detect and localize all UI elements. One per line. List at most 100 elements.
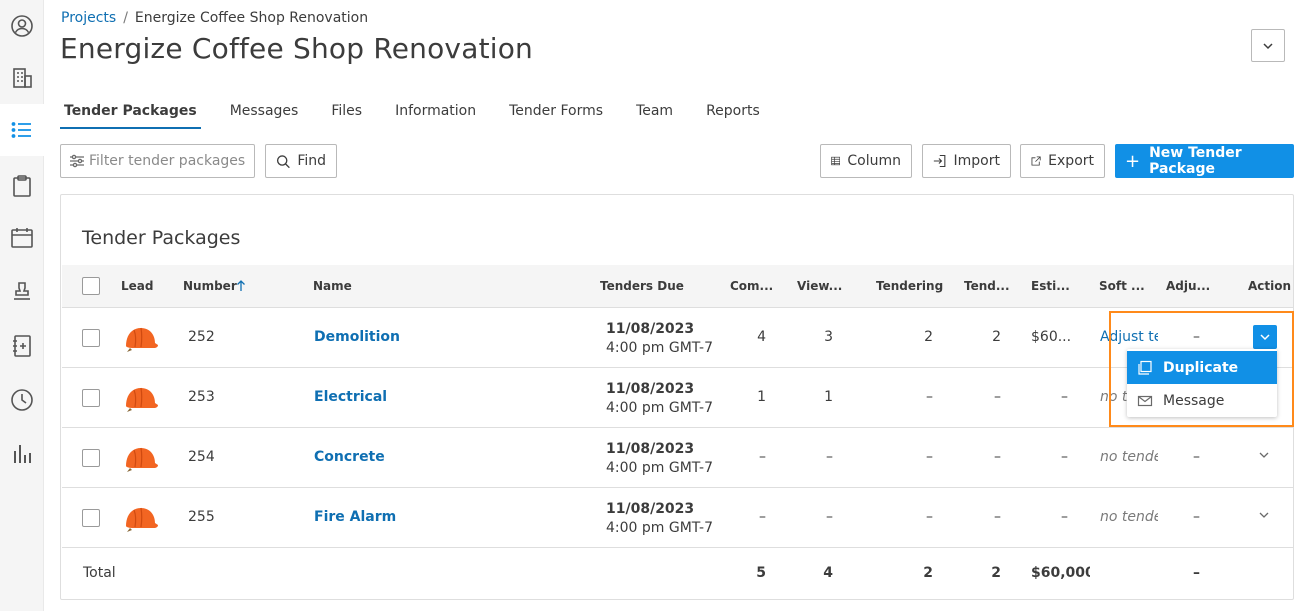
find-button[interactable]: Find	[265, 144, 337, 178]
tab-tender-packages[interactable]: Tender Packages	[60, 99, 201, 129]
col-tendered[interactable]: Tend...	[964, 279, 1010, 293]
clipboard-icon[interactable]	[0, 160, 44, 212]
due-time: 4:00 pm GMT-7	[606, 520, 714, 536]
menu-item-duplicate[interactable]: Duplicate	[1127, 351, 1277, 384]
breadcrumb-projects-link[interactable]: Projects	[61, 10, 116, 26]
breadcrumb: Projects / Energize Coffee Shop Renovation	[61, 10, 368, 26]
menu-item-message[interactable]: Message	[1127, 384, 1277, 417]
total-committed: 5	[756, 565, 766, 581]
column-button[interactable]: Column	[820, 144, 912, 178]
viewed-count: 3	[824, 329, 833, 345]
viewed-count: –	[826, 449, 833, 465]
row-checkbox[interactable]	[82, 449, 100, 467]
col-name[interactable]: Name	[313, 279, 352, 293]
col-lead[interactable]: Lead	[121, 279, 153, 293]
tendered-count: –	[994, 389, 1001, 405]
package-name-link[interactable]: Concrete	[314, 449, 385, 465]
soft-value: no tende	[1100, 449, 1158, 465]
row-action-chevron-icon[interactable]	[1258, 509, 1270, 521]
committed-count: –	[759, 509, 766, 525]
package-name-link[interactable]: Fire Alarm	[314, 509, 396, 525]
viewed-count: –	[826, 509, 833, 525]
breadcrumb-separator: /	[123, 10, 128, 26]
col-number[interactable]: Number	[183, 279, 237, 293]
hard-hat-icon	[126, 387, 158, 412]
col-adjusted[interactable]: Adju...	[1166, 279, 1210, 293]
table-row[interactable]: 254 Concrete 11/08/2023 4:00 pm GMT-7 – –…	[62, 428, 1293, 488]
bar-chart-icon[interactable]	[0, 428, 44, 480]
package-name-link[interactable]: Electrical	[314, 389, 387, 405]
row-checkbox[interactable]	[82, 509, 100, 527]
filter-input[interactable]	[89, 153, 249, 169]
row-action-button[interactable]	[1253, 325, 1277, 349]
tendered-count: –	[994, 449, 1001, 465]
tab-information[interactable]: Information	[391, 99, 480, 129]
chevron-down-icon	[1263, 42, 1273, 49]
envelope-icon	[1137, 395, 1153, 406]
tenders-due: 11/08/2023 4:00 pm GMT-7	[606, 320, 713, 358]
search-icon	[276, 154, 290, 168]
col-viewed[interactable]: View...	[797, 279, 842, 293]
duplicate-icon	[1138, 360, 1152, 375]
action-menu: Duplicate Message	[1127, 349, 1277, 417]
building-icon[interactable]	[0, 52, 44, 104]
col-soft[interactable]: Soft ...	[1099, 279, 1145, 293]
soft-value: no tende	[1100, 509, 1158, 525]
committed-count: 4	[757, 329, 766, 345]
tab-messages[interactable]: Messages	[226, 99, 303, 129]
soft-adjust-link[interactable]: Adjust te	[1100, 329, 1158, 345]
col-tendering[interactable]: Tendering	[876, 279, 943, 293]
menu-item-label: Message	[1163, 392, 1225, 409]
tab-files[interactable]: Files	[327, 99, 366, 129]
adjusted-value: –	[1193, 509, 1200, 525]
tendering-count: –	[926, 449, 933, 465]
table-row[interactable]: 252 Demolition 11/08/2023 4:00 pm GMT-7 4…	[62, 308, 1293, 368]
tendering-count: –	[926, 389, 933, 405]
user-icon[interactable]	[0, 0, 44, 52]
select-all-checkbox[interactable]	[82, 277, 100, 295]
tab-reports[interactable]: Reports	[702, 99, 764, 129]
list-icon[interactable]	[0, 104, 44, 156]
stamp-icon[interactable]	[0, 266, 44, 318]
total-estimate: $60,000.	[1031, 565, 1090, 581]
left-rail	[0, 0, 44, 611]
total-adjusted: –	[1193, 565, 1200, 581]
col-estimate[interactable]: Esti...	[1031, 279, 1070, 293]
row-checkbox[interactable]	[82, 329, 100, 347]
chevron-down-icon	[1260, 334, 1270, 341]
due-time: 4:00 pm GMT-7	[606, 460, 714, 476]
export-button[interactable]: Export	[1020, 144, 1105, 178]
calendar-icon[interactable]	[0, 212, 44, 264]
table-row[interactable]: 255 Fire Alarm 11/08/2023 4:00 pm GMT-7 –…	[62, 488, 1293, 548]
tendering-count: 2	[924, 329, 933, 345]
project-menu-dropdown[interactable]	[1251, 29, 1285, 62]
tab-tender-forms[interactable]: Tender Forms	[505, 99, 607, 129]
table-row[interactable]: 253 Electrical 11/08/2023 4:00 pm GMT-7 1…	[62, 368, 1293, 428]
new-tender-package-button[interactable]: + New Tender Package	[1115, 144, 1294, 178]
notebook-icon[interactable]	[0, 320, 44, 372]
filter-sliders-icon	[70, 154, 84, 168]
col-committed[interactable]: Com...	[730, 279, 773, 293]
viewed-count: 1	[824, 389, 833, 405]
breadcrumb-current: Energize Coffee Shop Renovation	[134, 10, 369, 26]
find-label: Find	[297, 153, 326, 169]
col-tenders-due[interactable]: Tenders Due	[600, 279, 684, 293]
adjusted-value: –	[1193, 449, 1200, 465]
package-name-link[interactable]: Demolition	[314, 329, 400, 345]
adjusted-value: –	[1193, 329, 1200, 345]
estimate-value: –	[1061, 389, 1068, 405]
row-checkbox[interactable]	[82, 389, 100, 407]
columns-icon	[831, 156, 841, 166]
export-label: Export	[1048, 153, 1094, 169]
menu-item-label: Duplicate	[1163, 359, 1239, 376]
new-tender-package-label: New Tender Package	[1149, 145, 1242, 177]
filter-field[interactable]	[60, 144, 255, 178]
estimate-value: $60...	[1031, 329, 1072, 345]
row-action-chevron-icon[interactable]	[1258, 449, 1270, 461]
tab-team[interactable]: Team	[632, 99, 677, 129]
import-button[interactable]: Import	[922, 144, 1011, 178]
clock-icon[interactable]	[0, 374, 44, 426]
col-action: Action	[1248, 279, 1292, 293]
committed-count: 1	[757, 389, 766, 405]
sort-ascending-icon[interactable]	[236, 279, 246, 292]
